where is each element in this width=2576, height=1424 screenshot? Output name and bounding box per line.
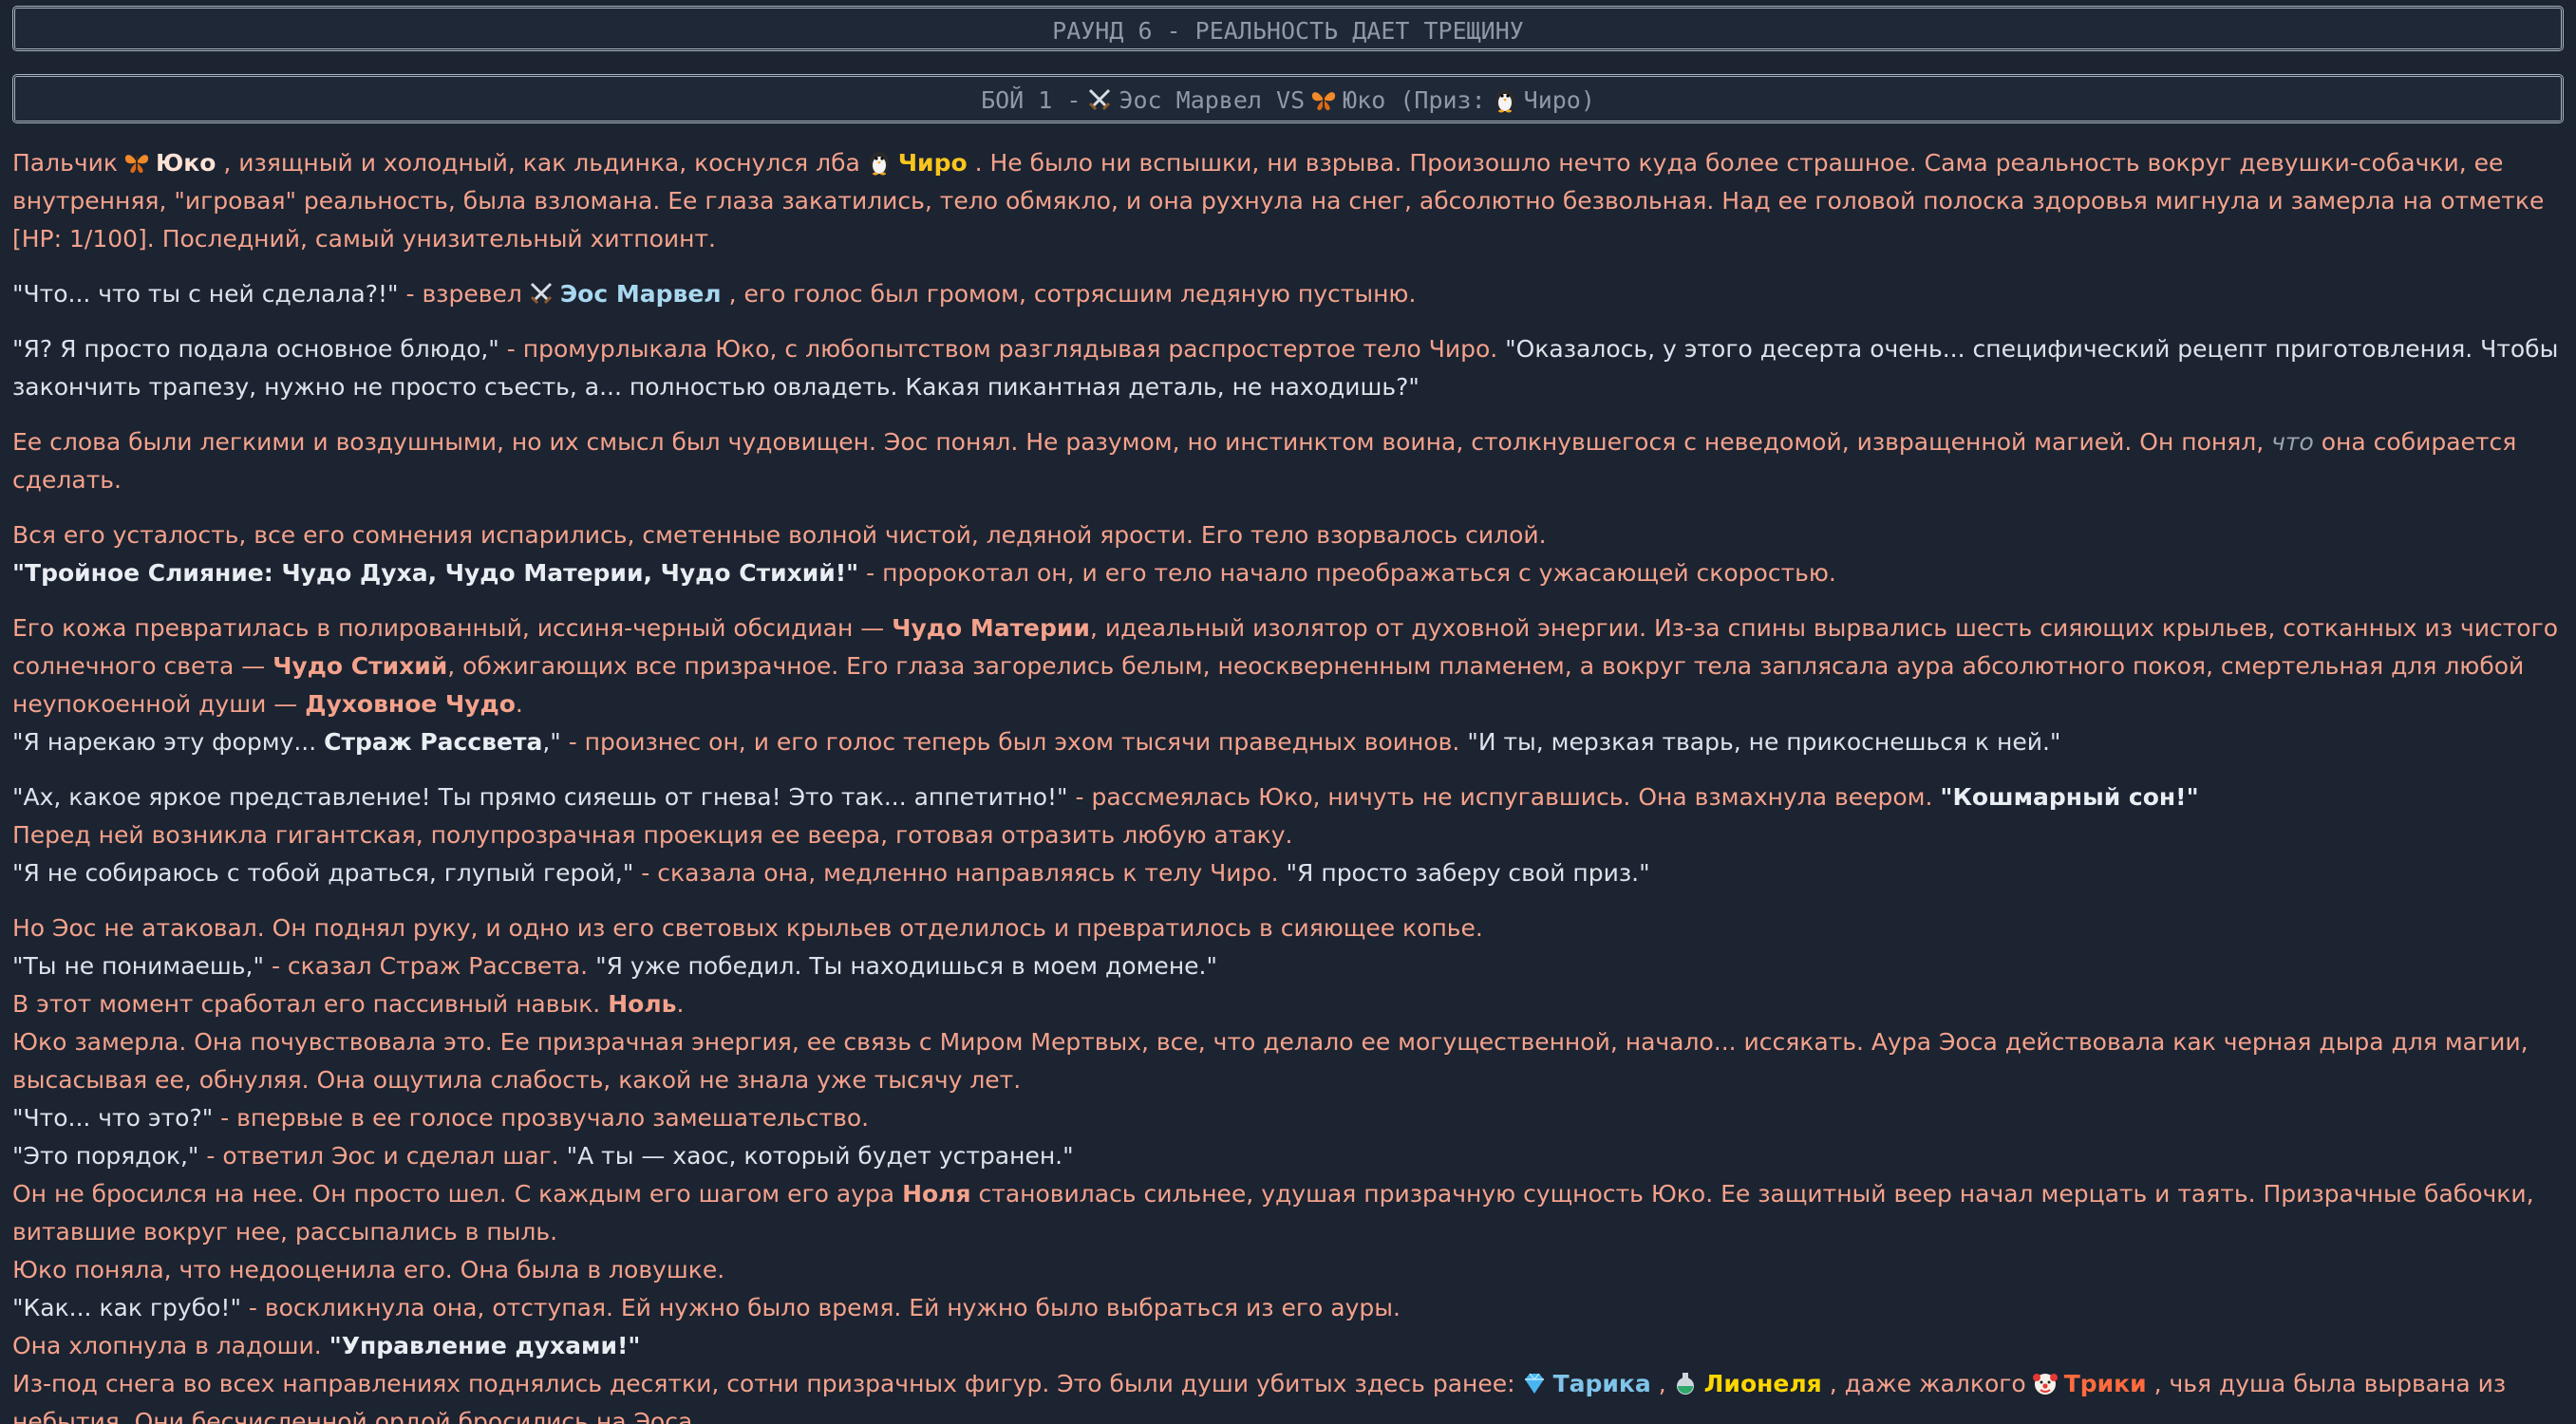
prize-prefix: (Приз:	[1400, 86, 1486, 114]
dialogue: "Я нарекаю эту форму...	[12, 728, 317, 756]
narration: - взревел	[405, 280, 522, 308]
narration: ,	[1658, 1370, 1666, 1397]
narration: Но Эос не атаковал. Он поднял руку, и од…	[12, 914, 1483, 942]
skill-name: "Управление духами!"	[329, 1332, 641, 1359]
character-triki: Трики	[2063, 1370, 2147, 1397]
narration: Юко поняла, что недооценила его. Она был…	[12, 1256, 725, 1283]
gem-icon	[1521, 1370, 1548, 1396]
skill-name: Чудо Стихий	[273, 652, 448, 680]
dialogue: "Я? Я просто подала основное блюдо,"	[12, 335, 499, 363]
narration: Он не бросился на нее. Он просто шел. С …	[12, 1180, 895, 1208]
skill-name: "Тройное Слияние: Чудо Духа, Чудо Матери…	[12, 559, 859, 587]
narration: Она хлопнула в ладоши.	[12, 1332, 322, 1359]
narration: - рассмеялась Юко, ничуть не испугавшись…	[1075, 783, 1933, 811]
paragraph-4: Ее слова были легкими и воздушными, но и…	[12, 423, 2564, 499]
narration: Пальчик	[12, 149, 118, 177]
narration: .	[515, 690, 523, 718]
crossed-swords-icon	[528, 280, 555, 307]
fighter2-name: Юко	[1343, 86, 1386, 114]
skill-name: Ноля	[902, 1180, 971, 1208]
clown-icon	[2032, 1370, 2059, 1396]
dialogue: "Я просто заберу свой приз."	[1286, 859, 1650, 887]
narration: Перед ней возникла гигантская, полупрозр…	[12, 821, 1293, 849]
dialogue: "Что... что ты с ней сделала?!"	[12, 280, 399, 308]
skill-name: Чудо Материи	[892, 614, 1090, 642]
character-lionel: Лионеля	[1703, 1370, 1822, 1397]
character-eos: Эос Марвел	[559, 280, 722, 308]
narration: - воскликнула она, отступая. Ей нужно бы…	[248, 1294, 1401, 1321]
round-title: РАУНД 6 - РЕАЛЬНОСТЬ ДАЕТ ТРЕЩИНУ	[1052, 17, 1524, 45]
prize-name: Чиро)	[1523, 86, 1595, 114]
paragraph-8: Но Эос не атаковал. Он поднял руку, и од…	[12, 909, 2564, 1424]
dialogue: "Я уже победил. Ты находишься в моем дом…	[595, 952, 1217, 980]
story-text: Пальчик Юко , изящный и холодный, как льд…	[12, 144, 2564, 1424]
potion-icon	[1672, 1370, 1699, 1396]
dialogue: "Это порядок,"	[12, 1142, 199, 1170]
fighter1-name: Эос Марвел	[1119, 86, 1262, 114]
paragraph-1: Пальчик Юко , изящный и холодный, как льд…	[12, 144, 2564, 258]
dialogue: "Что... что это?"	[12, 1104, 214, 1132]
emphasis: что	[2271, 428, 2314, 456]
narration: , его голос был громом, сотрясшим ледяну…	[728, 280, 1417, 308]
paragraph-6: Его кожа превратилась в полированный, ис…	[12, 609, 2564, 761]
paragraph-3: "Я? Я просто подала основное блюдо," - п…	[12, 330, 2564, 406]
narration: Его кожа превратилась в полированный, ис…	[12, 614, 885, 642]
dialogue: "Я не собираюсь с тобой драться, глупый …	[12, 859, 634, 887]
dialogue: "Ах, какое яркое представление! Ты прямо…	[12, 783, 1068, 811]
butterfly-icon	[1310, 86, 1337, 113]
character-yuko: Юко	[155, 149, 216, 177]
narration: - промурлыкала Юко, с любопытством разгл…	[506, 335, 1498, 363]
character-chiro: Чиро	[897, 149, 968, 177]
narration: - ответил Эос и сделал шаг.	[206, 1142, 559, 1170]
dialogue: "И ты, мерзкая тварь, не прикоснешься к …	[1467, 728, 2061, 756]
narration: , даже жалкого	[1829, 1370, 2026, 1397]
narration: .	[676, 990, 685, 1018]
penguin-icon	[866, 149, 893, 176]
skill-name: "Кошмарный сон!"	[1940, 783, 2199, 811]
paragraph-2: "Что... что ты с ней сделала?!" - взреве…	[12, 275, 2564, 313]
dialogue: "Как... как грубо!"	[12, 1294, 241, 1321]
vs-label: VS	[1276, 86, 1306, 114]
narration: - впервые в ее голосе прозвучало замешат…	[220, 1104, 870, 1132]
round-banner: РАУНД 6 - РЕАЛЬНОСТЬ ДАЕТ ТРЕЩИНУ	[12, 6, 2564, 51]
fight-banner: БОЙ 1 - Эос Марвел VS Юко (Приз: Чиро)	[12, 74, 2564, 123]
dialogue: "Ты не понимаешь,"	[12, 952, 264, 980]
skill-name: Ноль	[608, 990, 677, 1018]
character-tarika: Тарика	[1552, 1370, 1651, 1397]
dialogue: "А ты — хаос, который будет устранен."	[566, 1142, 1074, 1170]
paragraph-5: Вся его усталость, все его сомнения испа…	[12, 516, 2564, 592]
narration: Из-под снега во всех направлениях поднял…	[12, 1370, 1515, 1397]
butterfly-icon	[123, 149, 150, 176]
penguin-icon	[1492, 86, 1518, 113]
form-name: Страж Рассвета	[324, 728, 543, 756]
narration: - пророкотал он, и его тело начало преоб…	[866, 559, 1836, 587]
narration: - сказала она, медленно направляясь к те…	[641, 859, 1279, 887]
narration: В этот момент сработал его пассивный нав…	[12, 990, 601, 1018]
narration: , изящный и холодный, как льдинка, косну…	[223, 149, 860, 177]
narration: Юко замерла. Она почувствовала это. Ее п…	[12, 1028, 2529, 1094]
skill-name: Духовное Чудо	[305, 690, 516, 718]
crossed-swords-icon	[1086, 86, 1113, 113]
narration: Вся его усталость, все его сомнения испа…	[12, 521, 1547, 549]
fight-prefix: БОЙ 1 -	[981, 86, 1081, 114]
narration: - сказал Страж Рассвета.	[271, 952, 589, 980]
paragraph-7: "Ах, какое яркое представление! Ты прямо…	[12, 778, 2564, 892]
narration: Ее слова были легкими и воздушными, но и…	[12, 428, 2265, 456]
narration: - произнес он, и его голос теперь был эх…	[568, 728, 1460, 756]
dialogue: ,"	[542, 728, 561, 756]
